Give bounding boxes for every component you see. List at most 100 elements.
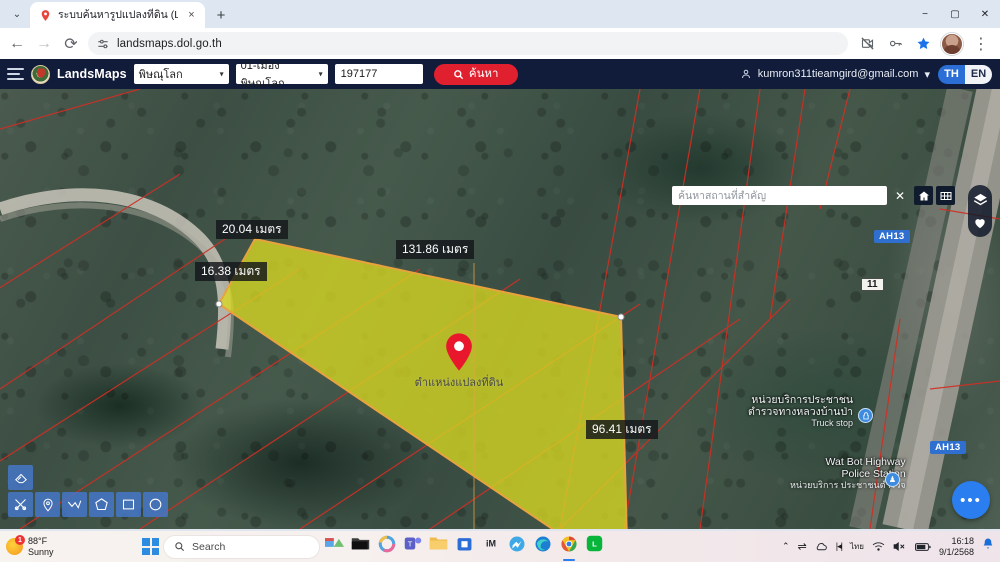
map-side-controls [968,185,992,237]
window-maximize-button[interactable]: ▢ [940,0,970,28]
home-icon[interactable] [914,186,933,205]
road-shield-ah13-south: AH13 [930,441,966,454]
window-close-button[interactable]: ✕ [970,0,1000,28]
taskbar-teams-icon[interactable]: T [402,535,423,558]
weather-condition: Sunny [28,547,54,558]
taskbar-chrome-icon[interactable] [558,535,579,558]
police-icon[interactable]: ♟ [885,472,900,487]
draw-polyline-icon[interactable] [62,492,87,517]
poi-label-line1: หน่วยบริการประชาชน [748,394,853,406]
lang-th-button[interactable]: TH [938,65,965,84]
dimension-label: 96.41 เมตร [586,420,658,439]
draw-circle-icon[interactable] [143,492,168,517]
taskbar-folder-icon[interactable] [428,535,449,558]
dimension-label: 131.86 เมตร [396,240,474,259]
search-icon [174,541,185,552]
map-canvas[interactable]: 20.04 เมตร 16.38 เมตร 131.86 เมตร 96.41 … [0,89,1000,529]
account-chevron-icon[interactable]: ▾ [924,68,930,81]
clear-measure-icon[interactable] [8,492,33,517]
taskbar-search-box[interactable]: Search [164,536,319,558]
notification-bell-icon[interactable] [982,538,994,556]
taskbar-clock[interactable]: 16:18 9/1/2568 [939,536,974,558]
parcel-location-pin-icon[interactable] [445,333,473,371]
hamburger-icon[interactable] [7,68,24,80]
battery-icon[interactable] [915,542,931,552]
parcel-number-input[interactable]: 197177 [335,64,423,84]
map-search-area: ค้นหาสถานที่สำคัญ ✕ [672,186,955,205]
input-method-icon[interactable]: ไทย [850,540,864,553]
tab-close-icon[interactable]: × [184,8,199,23]
taskbar-file-explorer-icon[interactable] [350,535,371,558]
forward-button[interactable]: → [31,31,57,57]
search-icon [453,69,464,80]
taskbar-store-icon[interactable] [454,535,475,558]
wifi-icon[interactable] [872,541,885,552]
dimension-label: 16.38 เมตร [195,262,267,281]
poi-label-line2: ตำรวจทางหลวงบ้านป่า [748,406,853,418]
taskbar-messenger-icon[interactable] [506,535,527,558]
place-marker-icon[interactable] [35,492,60,517]
draw-tool-row [8,492,168,517]
weather-badge: 1 [15,535,25,545]
clock-date: 9/1/2568 [939,547,974,558]
tab-title: ระบบค้นหารูปแปลงที่ดิน (LandsMaps) [58,8,178,22]
district-select[interactable]: 01-เมืองพิษณุโลก ▾ [236,64,328,84]
audio-meter-icon[interactable]: |◂| [836,541,842,552]
browser-tab-landsmaps[interactable]: ระบบค้นหารูปแปลงที่ดิน (LandsMaps) × [30,2,205,28]
grid-icon[interactable] [936,186,955,205]
settings-sliders-icon[interactable]: ⇌ [798,540,807,553]
taskbar-weather-widget[interactable]: 1 88°F Sunny [6,536,54,557]
start-button[interactable] [142,538,159,555]
province-select-value: พิษณุโลก [139,65,183,83]
browser-menu-icon[interactable]: ⋮ [968,31,994,57]
back-button[interactable]: ← [4,31,30,57]
taskbar-imindmap-icon[interactable]: iM [480,535,501,558]
map-search-clear-icon[interactable]: ✕ [889,186,911,205]
map-pin-icon [39,9,52,22]
parcel-vertex[interactable] [618,314,625,321]
svg-text:iM: iM [486,538,496,548]
show-hidden-icons-button[interactable]: ⌃ [782,541,790,552]
parcel-location-label: ตำแหน่งแปลงที่ดิน [415,373,504,391]
lang-en-button[interactable]: EN [965,65,992,84]
poi-wat-bot-highway-police-station[interactable]: Wat Bot Highway Police Station หน่วยบริก… [790,456,906,491]
window-controls: − ▢ ✕ [910,0,1000,28]
road-shield-ah13-north: AH13 [874,230,910,243]
taskbar-widgets-icon[interactable] [324,535,345,558]
taskbar-center: Search [142,535,605,558]
window-minimize-button[interactable]: − [910,0,940,28]
taskbar-copilot-icon[interactable] [376,535,397,558]
bookmark-star-icon[interactable] [910,31,936,57]
search-button-label: ค้นหา [469,65,499,83]
camera-blocked-icon[interactable] [854,31,880,57]
lock-icon[interactable] [858,408,873,423]
address-bar[interactable]: landsmaps.dol.go.th [88,32,848,55]
poi-label-line1: Wat Bot Highway [790,456,906,468]
reload-button[interactable]: ⟳ [58,31,84,57]
draw-polygon-icon[interactable] [89,492,114,517]
volume-muted-icon[interactable] [893,541,907,552]
map-draw-toolbar [8,465,168,517]
parcel-vertex[interactable] [216,301,223,308]
taskbar-edge-icon[interactable] [532,535,553,558]
taskbar-line-icon[interactable]: L [584,535,605,558]
taskbar-search-placeholder: Search [192,541,225,553]
layers-icon[interactable] [971,190,989,208]
poi-label-sub: Truck stop [748,418,853,429]
svg-text:L: L [592,540,597,549]
poi-police-community-service-point[interactable]: หน่วยบริการประชาชน ตำรวจทางหลวงบ้านป่า T… [748,394,853,429]
key-icon[interactable] [882,31,908,57]
tab-search-chevron-icon[interactable]: ⌄ [4,1,30,27]
chevron-down-icon: ▾ [220,70,224,79]
profile-avatar[interactable] [941,33,963,55]
new-tab-button[interactable]: + [209,3,233,27]
more-options-fab[interactable]: ••• [952,481,990,519]
favorite-heart-icon[interactable] [971,214,989,232]
eraser-icon[interactable] [8,465,33,490]
draw-rectangle-icon[interactable] [116,492,141,517]
site-settings-icon[interactable] [96,37,110,51]
search-button[interactable]: ค้นหา [434,64,518,85]
onedrive-icon[interactable] [815,541,828,552]
province-select[interactable]: พิษณุโลก ▾ [134,64,229,84]
map-search-input[interactable]: ค้นหาสถานที่สำคัญ [672,186,887,205]
